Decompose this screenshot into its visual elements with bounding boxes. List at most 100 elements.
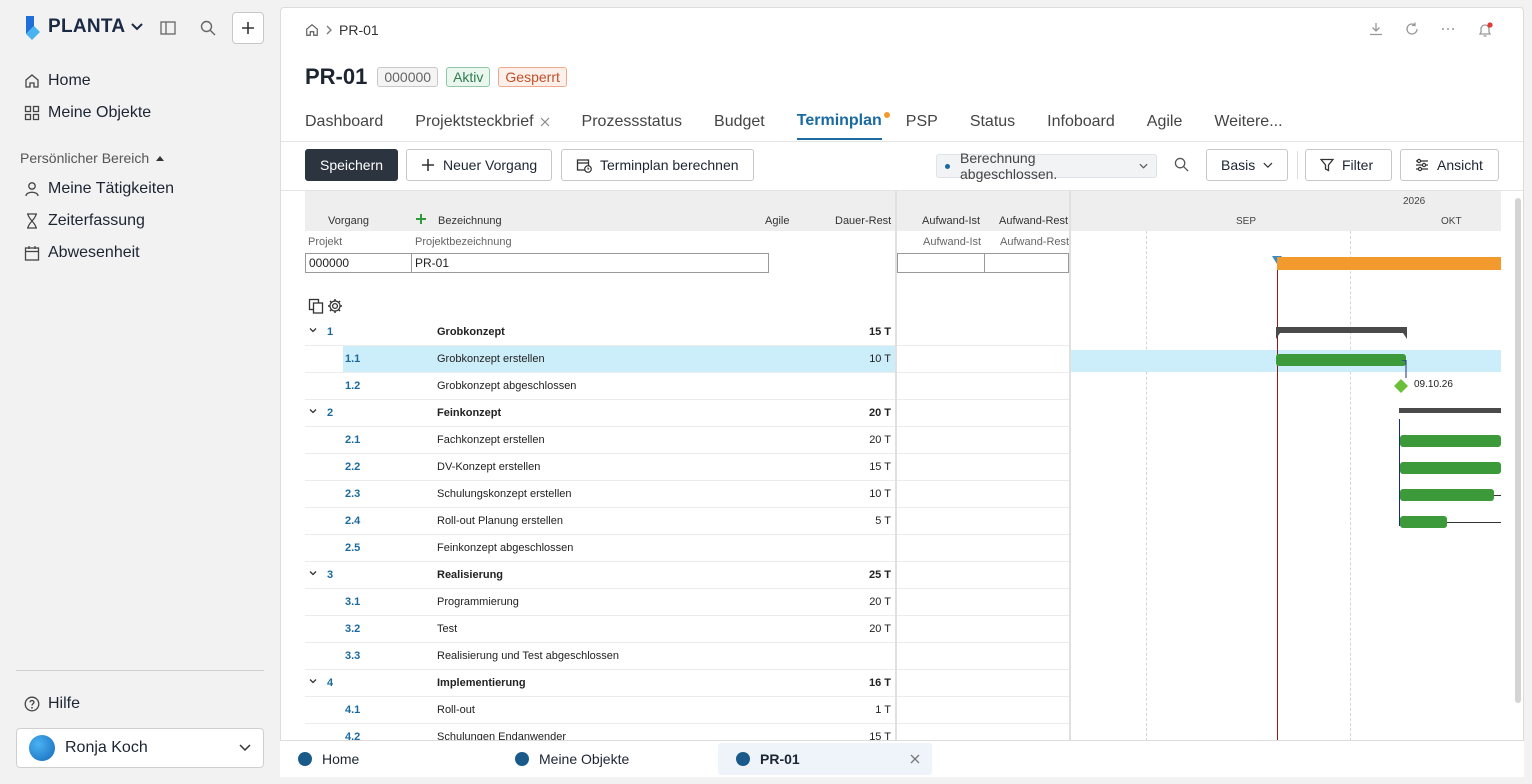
view-button[interactable]: Ansicht [1400,149,1499,181]
copy-icon[interactable] [308,298,324,314]
task-number[interactable]: 3 [327,569,333,581]
planta-logo[interactable]: PLANTA [24,14,144,40]
new-task-button[interactable]: Neuer Vorgang [406,149,553,181]
tab-label: Dashboard [305,113,384,130]
sidebar-toggle-icon[interactable] [156,16,180,40]
calculate-schedule-button[interactable]: Terminplan berechnen [561,149,754,181]
home-icon[interactable] [305,23,319,37]
tab-weitere[interactable]: Weitere... [1214,112,1282,140]
column-splitter[interactable] [895,191,897,741]
download-icon[interactable] [1369,22,1383,36]
nav-hilfe[interactable]: Hilfe [24,695,80,713]
task-row[interactable]: 4.2 Schulungen Endanwender 15 T [305,724,1069,741]
refresh-icon[interactable] [1405,22,1419,36]
group-row[interactable]: 3 Realisierung 25 T [305,562,1069,589]
task-row[interactable]: 3.3 Realisierung und Test abgeschlossen [305,643,1069,670]
nav-abwesenheit[interactable]: Abwesenheit [24,244,140,262]
group-row[interactable]: 1 Grobkonzept 15 T [305,319,1069,346]
subheader-aufwand-rest: Aufwand-Rest [1000,236,1070,248]
filter-button[interactable]: Filter [1305,149,1392,181]
search-icon[interactable] [196,16,220,40]
task-number[interactable]: 2.4 [345,515,360,527]
user-menu[interactable]: Ronja Koch [16,728,264,768]
tab-infoboard[interactable]: Infoboard [1047,112,1115,140]
task-row[interactable]: 4.1 Roll-out 1 T [305,697,1069,724]
task-number[interactable]: 2.2 [345,461,360,473]
close-icon[interactable] [910,754,920,764]
vertical-scrollbar[interactable] [1515,198,1521,703]
nav-meine-objekte[interactable]: Meine Objekte [24,104,151,122]
tab-projektsteckbrief[interactable]: Projektsteckbrief [415,112,549,140]
search-icon[interactable] [1174,157,1189,172]
basis-label: Basis [1221,157,1256,173]
bottom-tab-pr-01[interactable]: PR-01 [718,743,932,775]
nav-zeiterfassung[interactable]: Zeiterfassung [24,212,145,230]
aufwand-ist-field[interactable] [897,253,985,273]
calculation-status-dropdown[interactable]: Berechnung abgeschlossen. [936,150,1157,182]
group-row[interactable]: 4 Implementierung 16 T [305,670,1069,697]
milestone-diamond-icon[interactable] [1394,379,1408,393]
summary-bar-grobkonzept[interactable] [1276,327,1407,339]
task-number[interactable]: 3.1 [345,596,360,608]
group-row[interactable]: 2 Feinkonzept 20 T [305,400,1069,427]
task-number[interactable]: 2.1 [345,434,360,446]
add-row-icon[interactable] [415,213,427,225]
chevron-down-icon[interactable] [308,325,318,335]
gear-icon[interactable] [327,298,343,314]
chevron-down-icon[interactable] [308,568,318,578]
gantt-month-sep: SEP [1236,216,1257,227]
task-number[interactable]: 4 [327,677,333,689]
project-bar[interactable] [1277,257,1501,270]
task-number[interactable]: 4.1 [345,704,360,716]
tab-status[interactable]: Status [970,112,1015,140]
task-number[interactable]: 2 [327,407,333,419]
aufwand-rest-field[interactable] [984,253,1069,273]
task-row[interactable]: 2.5 Feinkonzept abgeschlossen [305,535,1069,562]
task-bar-2-1[interactable] [1400,435,1501,447]
task-bar-1-1[interactable] [1276,354,1406,366]
tab-prozessstatus[interactable]: Prozessstatus [582,112,682,140]
tab-psp[interactable]: PSP [906,112,938,140]
chevron-down-icon[interactable] [308,676,318,686]
save-button[interactable]: Speichern [305,149,398,181]
task-row[interactable]: 2.2 DV-Konzept erstellen 15 T [305,454,1069,481]
task-number[interactable]: 3.3 [345,650,360,662]
tab-label: Weitere... [1214,113,1283,130]
task-number[interactable]: 1.1 [345,353,360,365]
close-icon[interactable] [540,117,550,127]
task-bar-2-2[interactable] [1400,462,1501,474]
bell-icon[interactable] [1477,22,1493,38]
task-number[interactable]: 1 [327,326,333,338]
tab-agile[interactable]: Agile [1147,112,1183,140]
tab-terminplan[interactable]: Terminplan [796,112,890,140]
chevron-down-icon[interactable] [308,406,318,416]
section-persoenlich[interactable]: Persönlicher Bereich [20,150,165,166]
project-name-field[interactable]: PR-01 [411,253,769,273]
task-bar-2-4[interactable] [1400,516,1447,528]
task-row[interactable]: 3.2 Test 20 T [305,616,1069,643]
task-number[interactable]: 2.5 [345,542,360,554]
task-bar-2-3[interactable] [1400,489,1494,501]
nav-meine-taetigkeiten[interactable]: Meine Tätigkeiten [24,180,174,198]
add-button[interactable] [232,12,264,44]
task-number[interactable]: 1.2 [345,380,360,392]
more-icon[interactable] [1441,22,1455,36]
task-row[interactable]: 2.1 Fachkonzept erstellen 20 T [305,427,1069,454]
task-row[interactable]: 2.4 Roll-out Planung erstellen 5 T [305,508,1069,535]
tab-budget[interactable]: Budget [714,112,765,140]
bottom-tab-home[interactable]: Home [280,743,490,775]
task-row[interactable]: 2.3 Schulungskonzept erstellen 10 T [305,481,1069,508]
task-row[interactable]: 1.1 Grobkonzept erstellen 10 T [305,346,1069,373]
task-row[interactable]: 3.1 Programmierung 20 T [305,589,1069,616]
project-id-field[interactable]: 000000 [305,253,412,273]
tab-dashboard[interactable]: Dashboard [305,112,383,140]
task-number[interactable]: 3.2 [345,623,360,635]
nav-home[interactable]: Home [24,72,91,90]
task-row[interactable]: 1.2 Grobkonzept abgeschlossen [305,373,1069,400]
summary-bar-feinkonzept[interactable] [1399,408,1501,413]
bottom-tab-meine-objekte[interactable]: Meine Objekte [497,743,707,775]
status-text: Berechnung abgeschlossen. [960,150,1058,182]
task-number[interactable]: 2.3 [345,488,360,500]
task-name: Grobkonzept [437,326,505,338]
basis-dropdown[interactable]: Basis [1206,149,1288,181]
